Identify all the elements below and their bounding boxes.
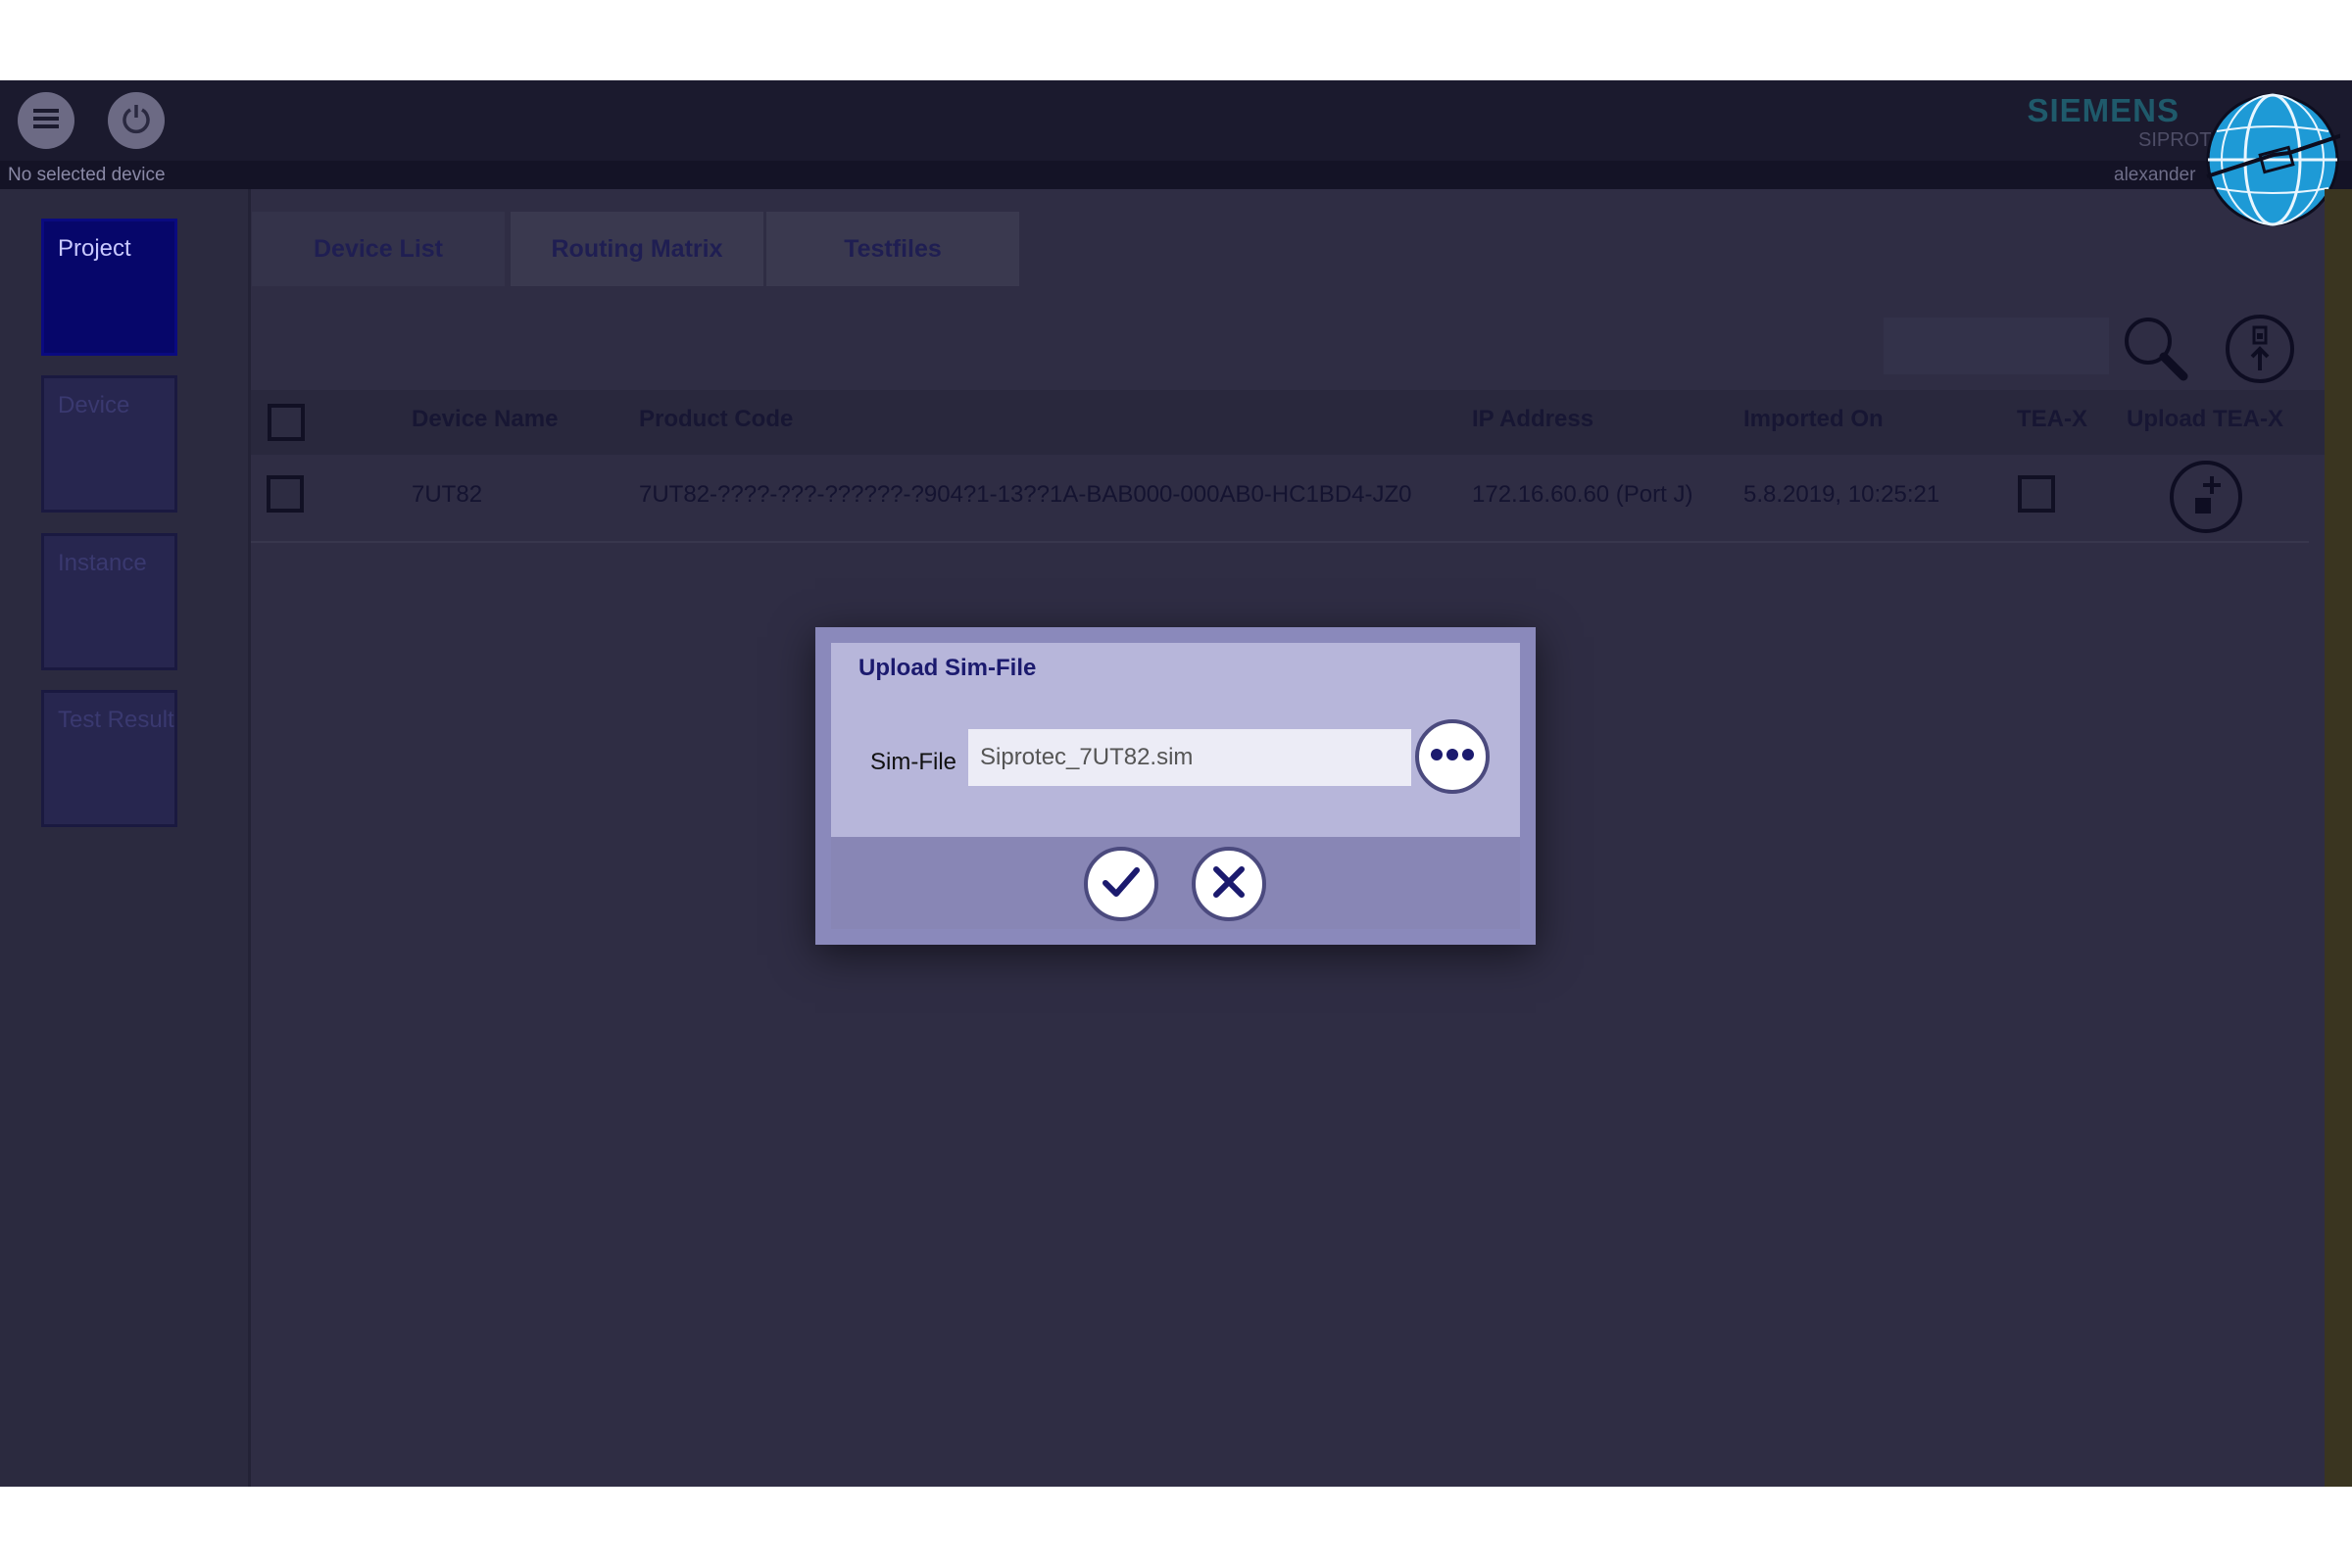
- cancel-button[interactable]: [1192, 847, 1266, 921]
- power-button[interactable]: [108, 92, 165, 149]
- selected-device-status: No selected device: [8, 165, 166, 185]
- dialog-footer: [831, 837, 1520, 929]
- checkmark-icon: [1102, 865, 1141, 904]
- upload-device-icon: [2225, 315, 2295, 388]
- sidebar-item-instance[interactable]: Instance: [41, 533, 177, 670]
- tea-x-checkbox[interactable]: [2018, 475, 2055, 513]
- menu-button[interactable]: [18, 92, 74, 149]
- dialog-title: Upload Sim-File: [858, 655, 1037, 681]
- tab-device-list[interactable]: Device List: [252, 212, 505, 286]
- sidebar-item-label: Instance: [58, 550, 147, 576]
- right-scroll-strip[interactable]: [2325, 189, 2352, 1487]
- device-name-cell: 7UT82: [412, 481, 483, 508]
- device-upload-button[interactable]: [2225, 314, 2295, 384]
- column-header-imported-on[interactable]: Imported On: [1743, 406, 1884, 433]
- application-window: No selected device SIEMENS SIPROT alexan…: [0, 80, 2352, 1487]
- column-header-device-name[interactable]: Device Name: [412, 406, 558, 433]
- sidebar-item-label: Device: [58, 392, 130, 418]
- globe-logo-icon[interactable]: [2205, 92, 2343, 227]
- brand-logo: SIEMENS: [2027, 92, 2180, 128]
- dialog-body: Upload Sim-File Sim-File: [831, 643, 1520, 837]
- search-input[interactable]: [1884, 318, 2109, 374]
- sidebar-item-project[interactable]: Project: [41, 219, 177, 356]
- row-divider: [251, 541, 2309, 543]
- tab-routing-matrix[interactable]: Routing Matrix: [511, 212, 763, 286]
- column-header-ip-address[interactable]: IP Address: [1472, 406, 1593, 433]
- confirm-button[interactable]: [1084, 847, 1158, 921]
- ip-address-cell: 172.16.60.60 (Port J): [1472, 481, 1693, 508]
- sidebar-item-label: Project: [58, 235, 131, 262]
- column-header-upload-tea-x[interactable]: Upload TEA-X: [2127, 406, 2283, 433]
- upload-file-icon: [2168, 461, 2244, 539]
- sim-file-input[interactable]: [968, 729, 1411, 786]
- column-header-tea-x[interactable]: TEA-X: [2017, 406, 2087, 433]
- tab-label: Device List: [313, 234, 443, 263]
- more-options-icon: [1428, 748, 1477, 766]
- browse-button[interactable]: [1415, 719, 1490, 794]
- upload-sim-file-dialog: Upload Sim-File Sim-File: [815, 627, 1536, 945]
- close-icon: [1211, 864, 1247, 905]
- row-select-checkbox[interactable]: [267, 475, 304, 513]
- tab-label: Testfiles: [844, 234, 942, 263]
- upload-tea-x-button[interactable]: [2168, 459, 2244, 535]
- sidebar-item-device[interactable]: Device: [41, 375, 177, 513]
- sim-file-label: Sim-File: [870, 749, 956, 775]
- top-bar: [0, 80, 2352, 161]
- table-header: [251, 390, 2325, 455]
- product-name: SIPROT: [2138, 129, 2212, 151]
- sidebar: Project Device Instance Test Result: [0, 189, 251, 1487]
- sidebar-item-test-result[interactable]: Test Result: [41, 690, 177, 827]
- status-bar: [0, 161, 2352, 189]
- sidebar-item-label: Test Result: [58, 707, 174, 733]
- product-code-cell: 7UT82-????-???-??????-?904?1-13??1A-BAB0…: [639, 481, 1412, 508]
- user-name: alexander: [2114, 165, 2196, 185]
- hamburger-icon: [33, 108, 59, 134]
- tab-label: Routing Matrix: [551, 234, 723, 263]
- select-all-checkbox[interactable]: [268, 404, 305, 441]
- search-icon[interactable]: [2119, 312, 2189, 382]
- column-header-product-code[interactable]: Product Code: [639, 406, 793, 433]
- imported-on-cell: 5.8.2019, 10:25:21: [1743, 481, 1940, 508]
- power-icon: [120, 102, 153, 140]
- tab-testfiles[interactable]: Testfiles: [766, 212, 1019, 286]
